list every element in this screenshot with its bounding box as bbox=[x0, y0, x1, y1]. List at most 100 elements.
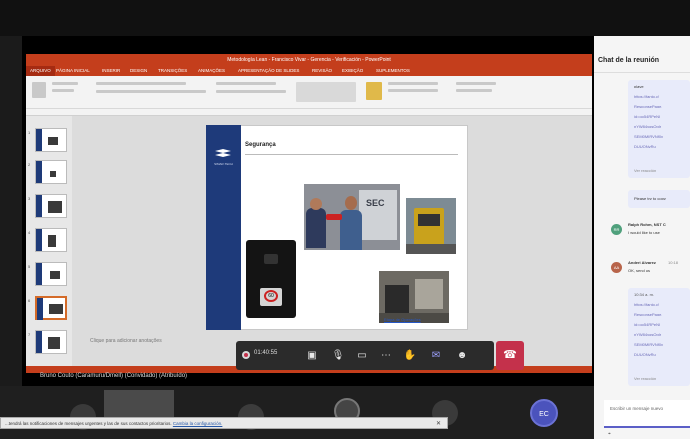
chat-message[interactable]: plave https://fanto.c! ResponsePage. id=… bbox=[628, 80, 690, 178]
message-link[interactable]: ResponsePage. bbox=[634, 312, 662, 316]
slide-thumbnail[interactable] bbox=[35, 128, 67, 152]
camera-off-icon[interactable]: ▣ bbox=[302, 341, 322, 370]
ppt-window-title: Metodología Lean - Francisco Vivar - Ger… bbox=[26, 54, 592, 66]
menu-transitions[interactable]: TRANSIÇÕES bbox=[158, 66, 187, 76]
photo-truck bbox=[406, 198, 456, 254]
slide-thumbnail[interactable] bbox=[35, 330, 67, 354]
slide-thumbnail[interactable] bbox=[35, 194, 67, 218]
message-link[interactable]: nYW84yqsQgIr bbox=[634, 332, 661, 336]
ribbon-slide-controls-2[interactable] bbox=[52, 89, 74, 92]
message-time: 10:34 a. m. bbox=[634, 292, 655, 296]
menu-file[interactable]: ARQUIVO bbox=[26, 66, 55, 76]
message-link[interactable]: id=oo54RPeNI bbox=[634, 322, 660, 326]
reaction-link[interactable]: Ver reacción bbox=[634, 168, 656, 172]
slide-title: Segurança bbox=[245, 142, 276, 148]
meeting-timer: 01:40:55 bbox=[254, 350, 278, 356]
simar-logo-icon bbox=[215, 149, 231, 157]
slide-thumbnails-pane: 1 2 3 4 5 6 7 bbox=[26, 116, 72, 366]
slide-thumbnail-selected[interactable] bbox=[35, 296, 67, 320]
menu-review[interactable]: REVISÃO bbox=[312, 66, 332, 76]
message-link[interactable]: SEM0MIRVNf0y bbox=[634, 342, 663, 346]
menu-insert[interactable]: INSERIR bbox=[102, 66, 120, 76]
font-controls[interactable] bbox=[96, 82, 186, 85]
menu-slideshow[interactable]: APRESENTAÇÃO DE SLIDES bbox=[238, 66, 299, 76]
message-text: OK, send us bbox=[628, 268, 651, 273]
close-icon[interactable]: ✕ bbox=[436, 418, 441, 430]
notes-placeholder[interactable]: Clique para adicionar anotações bbox=[90, 338, 162, 344]
hangup-button[interactable]: ☎ bbox=[496, 341, 524, 370]
thumb-number: 7 bbox=[28, 332, 31, 337]
slide-thumbnail[interactable] bbox=[35, 228, 67, 252]
message-link[interactable]: ResponsePage. bbox=[634, 104, 662, 108]
message-sender: Ralph Rohm, NST C bbox=[628, 222, 666, 227]
message-text: Please try to copy bbox=[634, 196, 666, 200]
message-line: plave bbox=[634, 84, 644, 88]
menu-design[interactable]: DESIGN bbox=[130, 66, 147, 76]
ribbon-slide-controls[interactable] bbox=[52, 82, 78, 85]
paragraph-controls[interactable] bbox=[216, 82, 276, 85]
ppt-menu-bar: ARQUIVO PÁGINA INICIAL INSERIR DESIGN TR… bbox=[26, 66, 592, 76]
photo-caption-link[interactable]: Etapa de Operações bbox=[384, 317, 421, 322]
message-link[interactable]: SEM0MIRVNf0y bbox=[634, 134, 663, 138]
share-tray-icon[interactable]: ▭ bbox=[352, 341, 372, 370]
arrange-icon[interactable] bbox=[366, 82, 382, 100]
menu-animations[interactable]: ANIMAÇÕES bbox=[198, 66, 225, 76]
reaction-link[interactable]: Ver reacción bbox=[634, 376, 656, 380]
message-link[interactable]: DUUONyRu bbox=[634, 352, 656, 356]
paragraph-controls-2[interactable] bbox=[216, 90, 286, 93]
avatar: AA bbox=[611, 262, 622, 273]
chat-divider bbox=[594, 72, 690, 73]
chat-message[interactable]: Please try to copy bbox=[628, 190, 690, 208]
menu-home[interactable]: PÁGINA INICIAL bbox=[56, 66, 90, 76]
thumb-number: 5 bbox=[28, 264, 31, 269]
thumb-number: 2 bbox=[28, 162, 31, 167]
message-link[interactable]: https://fanto.c! bbox=[634, 302, 659, 306]
chat-message[interactable]: 10:34 a. m. https://fanto.c! ResponsePag… bbox=[628, 288, 690, 386]
presenter-label: Bruno Couto (Caramuru/Dmell) (Convidado)… bbox=[40, 373, 188, 379]
ribbon-group-labels bbox=[26, 108, 592, 109]
participant-avatar-ec[interactable]: EC bbox=[530, 399, 558, 427]
notification-settings-link[interactable]: Cambia la configuración. bbox=[173, 421, 223, 426]
ppt-ribbon bbox=[26, 76, 592, 116]
chat-title: Chat de la reunión bbox=[598, 57, 660, 64]
thumb-number: 1 bbox=[28, 130, 31, 135]
thumb-number: 3 bbox=[28, 196, 31, 201]
paste-icon[interactable] bbox=[32, 82, 46, 98]
shapes-gallery[interactable] bbox=[296, 82, 356, 102]
slide-thumbnail[interactable] bbox=[35, 160, 67, 184]
shape-style-controls-2[interactable] bbox=[388, 89, 438, 92]
notification-text: ...tendrá las notificaciones de mensajes… bbox=[5, 421, 172, 426]
format-icon[interactable]: ⌖ bbox=[608, 431, 611, 437]
participants-strip bbox=[0, 386, 690, 439]
thumb-number: 6 bbox=[28, 298, 31, 303]
photo-cab-interior bbox=[379, 271, 449, 323]
mic-off-icon[interactable]: 🎙 bbox=[328, 341, 348, 370]
avatar: RR bbox=[611, 224, 622, 235]
raise-hand-icon[interactable]: ✋ bbox=[400, 341, 420, 370]
thumb-number: 4 bbox=[28, 230, 31, 235]
more-icon[interactable]: ⋯ bbox=[376, 341, 396, 370]
slide-logo-text: SIMAR·TECH bbox=[214, 162, 233, 166]
shape-style-controls[interactable] bbox=[388, 82, 438, 85]
chat-compose-box[interactable]: Escribir un mensaje nuevo bbox=[604, 400, 690, 428]
menu-addins[interactable]: SUPLEMENTOS bbox=[376, 66, 410, 76]
teams-meeting-window: Metodología Lean - Francisco Vivar - Ger… bbox=[0, 0, 690, 439]
editing-controls-2[interactable] bbox=[456, 89, 492, 92]
message-link[interactable]: DUUONyRu bbox=[634, 144, 656, 148]
font-format-controls[interactable] bbox=[96, 90, 206, 93]
participant-video[interactable] bbox=[104, 390, 174, 418]
chat-input-placeholder: Escribir un mensaje nuevo bbox=[610, 406, 664, 411]
slide-thumbnail[interactable] bbox=[35, 262, 67, 286]
participants-icon[interactable]: ☻ bbox=[452, 341, 472, 370]
editing-controls[interactable] bbox=[456, 82, 496, 85]
message-sender: Anderi Alvarez bbox=[628, 260, 656, 265]
menu-view[interactable]: EXIBIÇÃO bbox=[342, 66, 363, 76]
notification-banner: ...tendrá las notificaciones de mensajes… bbox=[0, 417, 448, 429]
chat-icon[interactable]: ✉ bbox=[426, 341, 446, 370]
record-icon bbox=[242, 351, 250, 359]
message-link[interactable]: nYW84yqsQgIr bbox=[634, 124, 661, 128]
slide-title-rule bbox=[245, 154, 458, 155]
message-link[interactable]: id=oo54RPeNI bbox=[634, 114, 660, 118]
message-time: 10:18 bbox=[668, 260, 679, 265]
message-link[interactable]: https://fanto.c! bbox=[634, 94, 659, 98]
